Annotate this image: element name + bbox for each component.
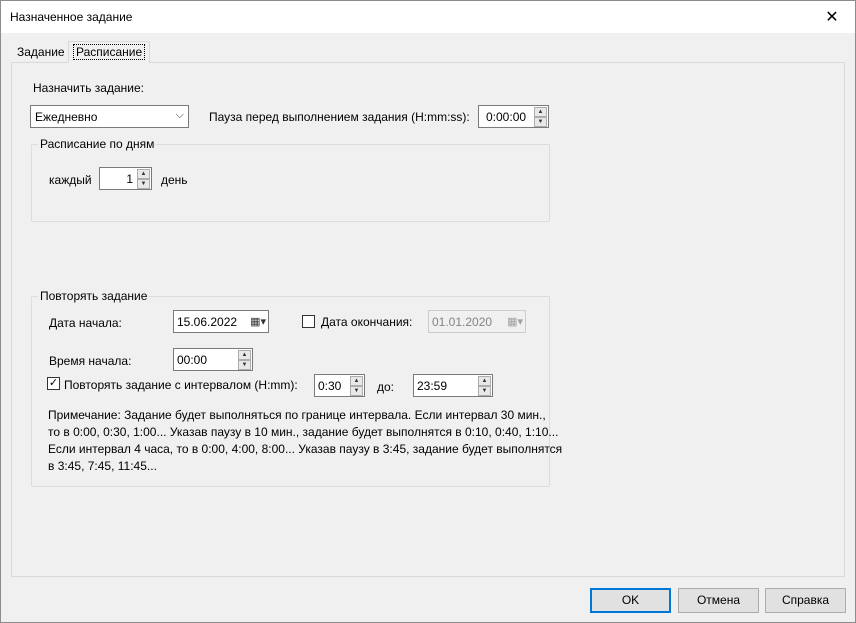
interval-value: 0:30: [318, 379, 342, 393]
close-button[interactable]: ✕: [809, 1, 855, 33]
chevron-down-icon: ⌵: [175, 109, 184, 121]
arrow-down-icon[interactable]: ▼: [238, 360, 251, 370]
note-line: в 3:45, 7:45, 11:45...: [48, 459, 157, 473]
arrow-down-icon[interactable]: ▼: [350, 386, 363, 396]
arrow-up-icon[interactable]: ▲: [238, 350, 251, 360]
note-line: Примечание: Задание будет выполняться по…: [48, 408, 546, 422]
until-time-value: 23:59: [417, 379, 448, 393]
end-date-label: Дата окончания:: [321, 315, 413, 329]
every-days-value: 1: [126, 172, 133, 186]
end-date-picker[interactable]: 01.01.2020 ▦▾: [428, 310, 526, 333]
tab-task-label: Задание: [17, 45, 65, 59]
note-line: Если интервал 4 часа, то в 0:00, 4:00, 8…: [48, 442, 563, 456]
arrow-up-icon[interactable]: ▲: [478, 376, 491, 386]
calendar-icon[interactable]: ▦▾: [250, 315, 266, 328]
help-button[interactable]: Справка: [765, 588, 846, 613]
pause-value: 0:00:00: [486, 110, 527, 124]
every-label: каждый: [49, 173, 92, 187]
every-days-stepper[interactable]: 1 ▲ ▼: [99, 167, 152, 190]
frequency-select[interactable]: Ежедневно ⌵: [30, 105, 189, 128]
interval-note: Примечание: Задание будет выполняться по…: [48, 407, 563, 475]
tab-schedule[interactable]: Расписание: [68, 41, 151, 63]
close-icon: ✕: [825, 9, 839, 26]
tab-schedule-label: Расписание: [73, 44, 146, 60]
day-unit-label: день: [161, 173, 188, 187]
title-bar: Назначенное задание ✕: [1, 1, 855, 33]
dialog-window: Назначенное задание ✕ Задание Расписание…: [0, 0, 856, 623]
end-date-checkbox[interactable]: [302, 315, 315, 328]
note-line: то в 0:00, 0:30, 1:00... Указав паузу в …: [48, 425, 559, 439]
repeat-task-title: Повторять задание: [38, 289, 150, 303]
until-time-stepper[interactable]: 23:59 ▲ ▼: [413, 374, 493, 397]
assign-task-label: Назначить задание:: [33, 81, 144, 95]
arrow-down-icon[interactable]: ▼: [534, 117, 547, 127]
arrow-up-icon[interactable]: ▲: [137, 169, 150, 179]
end-date-value: 01.01.2020: [432, 315, 493, 329]
pause-label: Пауза перед выполнением задания (H:mm:ss…: [209, 110, 470, 124]
repeat-interval-checkbox[interactable]: ✓: [47, 377, 60, 390]
arrow-down-icon[interactable]: ▼: [137, 179, 150, 189]
frequency-value: Ежедневно: [35, 110, 98, 124]
window-title: Назначенное задание: [10, 10, 133, 24]
ok-button[interactable]: OK: [590, 588, 671, 613]
daily-schedule-title: Расписание по дням: [38, 137, 157, 151]
cancel-button[interactable]: Отмена: [678, 588, 759, 613]
start-date-picker[interactable]: 15.06.2022 ▦▾: [173, 310, 269, 333]
start-time-stepper[interactable]: 00:00 ▲ ▼: [173, 348, 253, 371]
arrow-up-icon[interactable]: ▲: [534, 107, 547, 117]
start-date-value: 15.06.2022: [177, 315, 238, 329]
repeat-interval-label: Повторять задание с интервалом (H:mm):: [64, 378, 298, 392]
pause-stepper[interactable]: 0:00:00 ▲ ▼: [478, 105, 549, 128]
arrow-up-icon[interactable]: ▲: [350, 376, 363, 386]
start-time-value: 00:00: [177, 353, 208, 367]
until-label: до:: [377, 380, 395, 394]
arrow-down-icon[interactable]: ▼: [478, 386, 491, 396]
start-time-label: Время начала:: [49, 354, 132, 368]
checkmark-icon: ✓: [48, 377, 59, 389]
tab-task[interactable]: Задание: [13, 45, 69, 62]
start-date-label: Дата начала:: [49, 316, 122, 330]
interval-stepper[interactable]: 0:30 ▲ ▼: [314, 374, 365, 397]
calendar-icon[interactable]: ▦▾: [507, 315, 523, 328]
